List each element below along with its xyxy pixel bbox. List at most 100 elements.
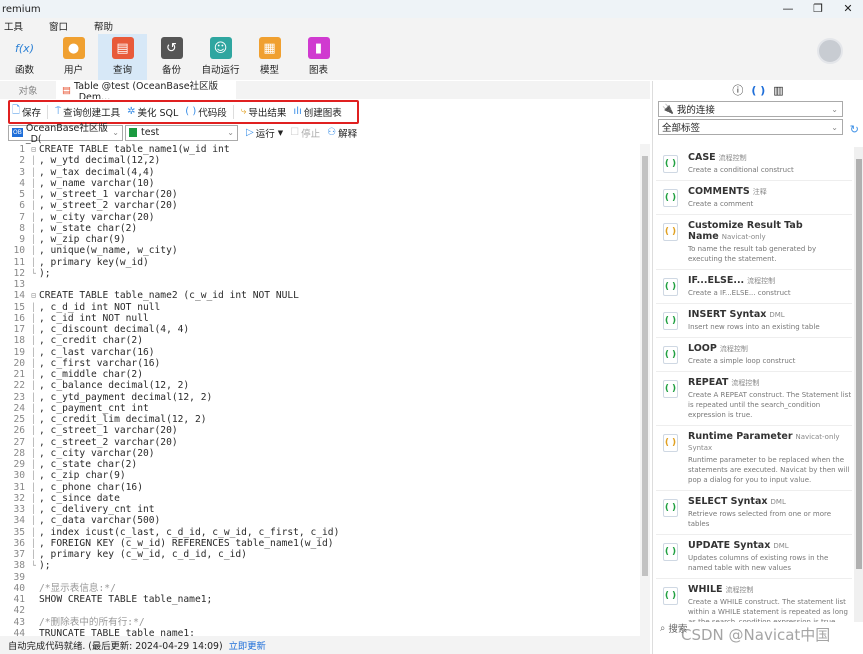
fold-marker[interactable]: │ xyxy=(28,425,39,436)
code-line[interactable]: 34 │, c_data varchar(500) xyxy=(0,515,640,526)
fold-marker[interactable]: ⊟ xyxy=(28,144,39,155)
code-line[interactable]: 10 │, unique(w_name, w_city) xyxy=(0,245,640,256)
ribbon-query[interactable]: ▤ 查询 xyxy=(98,34,147,80)
fold-marker[interactable]: │ xyxy=(28,212,39,223)
tab-query[interactable]: ▤ Table @test (OceanBase社区版_Dem... xyxy=(56,81,236,103)
fold-marker[interactable]: │ xyxy=(28,459,39,470)
fold-marker[interactable] xyxy=(28,628,39,636)
fold-marker[interactable] xyxy=(28,583,39,594)
code-line[interactable]: 29 │, c_state char(2) xyxy=(0,459,640,470)
code-line[interactable]: 22 │, c_balance decimal(12, 2) xyxy=(0,380,640,391)
code-line[interactable]: 23 │, c_ytd_payment decimal(12, 2) xyxy=(0,392,640,403)
snippet-scrollbar[interactable] xyxy=(854,147,863,622)
code-line[interactable]: 6 │, w_street_2 varchar(20) xyxy=(0,200,640,211)
fold-marker[interactable]: │ xyxy=(28,527,39,538)
code-line[interactable]: 2 │, w_ytd decimal(12,2) xyxy=(0,155,640,166)
fold-marker[interactable]: │ xyxy=(28,335,39,346)
fold-marker[interactable]: │ xyxy=(28,167,39,178)
code-line[interactable]: 37 │, primary key (c_w_id, c_d_id, c_id) xyxy=(0,549,640,560)
menu-window[interactable]: 窗口 xyxy=(49,19,68,33)
code-line[interactable]: 4 │, w_name varchar(10) xyxy=(0,178,640,189)
code-line[interactable]: 28 │, c_city varchar(20) xyxy=(0,448,640,459)
snippet-icon[interactable]: ( ) xyxy=(751,84,765,97)
fold-marker[interactable]: │ xyxy=(28,302,39,313)
code-line[interactable]: 42 xyxy=(0,605,640,616)
code-line[interactable]: 19 │, c_last varchar(16) xyxy=(0,347,640,358)
fold-marker[interactable]: │ xyxy=(28,200,39,211)
code-line[interactable]: 43 /*删除表中的所有行:*/ xyxy=(0,617,640,628)
ribbon-backup[interactable]: ↺ 备份 xyxy=(147,34,196,80)
snippet-item[interactable]: ( ) INSERT Syntax DML Insert new rows into … xyxy=(656,304,852,338)
fold-marker[interactable]: │ xyxy=(28,189,39,200)
fold-marker[interactable]: │ xyxy=(28,482,39,493)
code-line[interactable]: 32 │, c_since date xyxy=(0,493,640,504)
code-line[interactable]: 15 │, c_d_id int NOT null xyxy=(0,302,640,313)
code-line[interactable]: 17 │, c_discount decimal(4, 4) xyxy=(0,324,640,335)
menu-help[interactable]: 帮助 xyxy=(94,19,113,33)
snippet-item[interactable]: ( ) UPDATE Syntax DML Updates columns of ex… xyxy=(656,535,852,579)
code-line[interactable]: 39 xyxy=(0,572,640,583)
ribbon-model[interactable]: ▦ 模型 xyxy=(245,34,294,80)
fold-marker[interactable]: │ xyxy=(28,223,39,234)
code-line[interactable]: 24 │, c_payment_cnt int xyxy=(0,403,640,414)
tab-objects[interactable]: 对象 xyxy=(0,81,56,99)
fold-marker[interactable] xyxy=(28,279,39,290)
fold-marker[interactable]: │ xyxy=(28,324,39,335)
code-line[interactable]: 36 │, FOREIGN KEY (c_w_id) REFERENCES tab… xyxy=(0,538,640,549)
fold-marker[interactable]: │ xyxy=(28,549,39,560)
fold-marker[interactable]: ⊟ xyxy=(28,290,39,301)
update-now-link[interactable]: 立即更新 xyxy=(229,638,266,652)
code-line[interactable]: 26 │, c_street_1 varchar(20) xyxy=(0,425,640,436)
fold-marker[interactable]: │ xyxy=(28,313,39,324)
run-button[interactable]: ▷ 运行 ▼ xyxy=(246,126,283,140)
code-line[interactable]: 5 │, w_street_1 varchar(20) xyxy=(0,189,640,200)
code-line[interactable]: 16 │, c_id int NOT null xyxy=(0,313,640,324)
fold-marker[interactable]: │ xyxy=(28,380,39,391)
ribbon-robot[interactable]: ☺ 自动运行 xyxy=(196,34,245,80)
code-line[interactable]: 21 │, c_middle char(2) xyxy=(0,369,640,380)
code-line[interactable]: 44 TRUNCATE TABLE table_name1; xyxy=(0,628,640,636)
code-line[interactable]: 18 │, c_credit char(2) xyxy=(0,335,640,346)
code-line[interactable]: 25 │, c_credit_lim decimal(12, 2) xyxy=(0,414,640,425)
fold-marker[interactable]: │ xyxy=(28,347,39,358)
fold-marker[interactable]: │ xyxy=(28,538,39,549)
code-line[interactable]: 40 /*显示表信息:*/ xyxy=(0,583,640,594)
database-select[interactable]: test ⌄ xyxy=(125,124,238,141)
close-icon[interactable]: ✕ xyxy=(833,0,863,18)
sql-editor[interactable]: 1 ⊟ CREATE TABLE table_name1(w_id int 2 │, w… xyxy=(0,144,640,636)
fold-marker[interactable]: └ xyxy=(28,268,39,279)
minimize-icon[interactable]: — xyxy=(773,0,803,18)
fold-marker[interactable]: │ xyxy=(28,245,39,256)
fold-marker[interactable]: │ xyxy=(28,358,39,369)
fold-marker[interactable] xyxy=(28,594,39,605)
fold-marker[interactable] xyxy=(28,572,39,583)
connection-select[interactable]: OB OceanBase社区版_D(⌄ xyxy=(8,123,123,145)
fold-marker[interactable]: │ xyxy=(28,414,39,425)
refresh-icon[interactable]: ↻ xyxy=(850,123,859,136)
info-icon[interactable]: ⓘ xyxy=(732,82,743,98)
code-line[interactable]: 3 │, w_tax decimal(4,4) xyxy=(0,167,640,178)
code-line[interactable]: 9 │, w_zip char(9) xyxy=(0,234,640,245)
code-line[interactable]: 8 │, w_state char(2) xyxy=(0,223,640,234)
fold-marker[interactable]: │ xyxy=(28,493,39,504)
tag-filter-select[interactable]: 全部标签 ⌄ xyxy=(658,119,843,135)
ribbon-chart[interactable]: ▮ 图表 xyxy=(294,34,343,80)
restore-icon[interactable]: ❐ xyxy=(803,0,833,18)
snippet-item[interactable]: ( ) Customize Result Tab Name Navicat-only… xyxy=(656,215,852,270)
code-line[interactable]: 30 │, c_zip char(9) xyxy=(0,470,640,481)
ribbon-function[interactable]: f(x) 函数 xyxy=(0,34,49,80)
code-line[interactable]: 38 └); xyxy=(0,560,640,571)
code-line[interactable]: 7 │, w_city varchar(20) xyxy=(0,212,640,223)
snippet-item[interactable]: ( ) LOOP 流程控制 Create a simple loop construc… xyxy=(656,338,852,372)
snippet-item[interactable]: ( ) REPEAT 流程控制 Create A REPEAT construct. … xyxy=(656,372,852,426)
ribbon-user[interactable]: ● 用户 xyxy=(49,34,98,80)
code-line[interactable]: 12 └); xyxy=(0,268,640,279)
fold-marker[interactable]: └ xyxy=(28,560,39,571)
scrollbar-thumb[interactable] xyxy=(856,159,862,569)
snippet-item[interactable]: ( ) CASE 流程控制 Create a conditional construc… xyxy=(656,147,852,181)
connection-filter-select[interactable]: 🔌 我的连接 ⌄ xyxy=(658,101,843,117)
avatar[interactable] xyxy=(817,38,843,64)
code-line[interactable]: 14 ⊟ CREATE TABLE table_name2 (c_w_id int … xyxy=(0,290,640,301)
fold-marker[interactable]: │ xyxy=(28,155,39,166)
code-line[interactable]: 1 ⊟ CREATE TABLE table_name1(w_id int xyxy=(0,144,640,155)
